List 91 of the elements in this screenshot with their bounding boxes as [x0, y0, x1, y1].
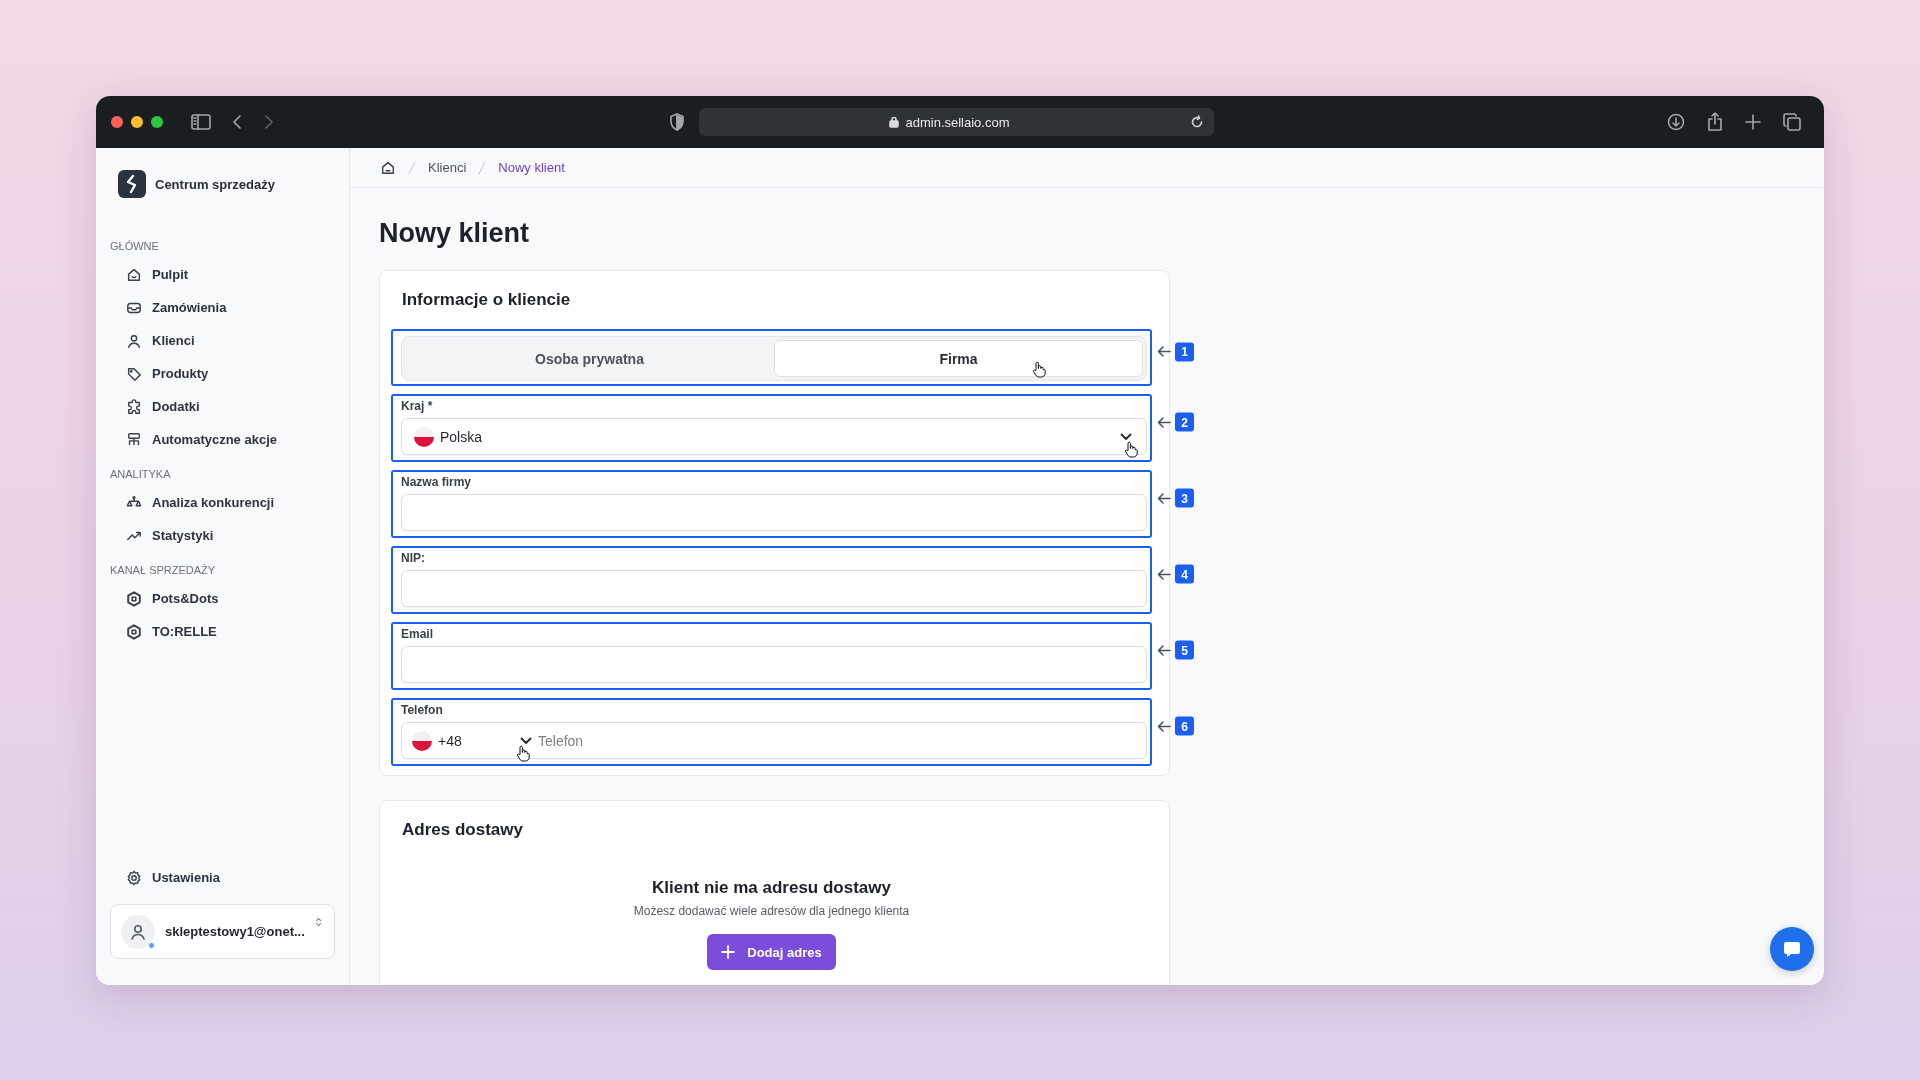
- arrow-icon: [1157, 345, 1171, 358]
- logo-icon: [118, 170, 146, 198]
- settings-link[interactable]: Ustawienia: [110, 861, 335, 894]
- shop-badge-icon: [126, 590, 142, 607]
- breadcrumb-link[interactable]: Nowy klient: [498, 160, 565, 175]
- segment-tab[interactable]: Firma: [774, 340, 1143, 377]
- home-icon[interactable]: [380, 159, 396, 176]
- nav-item[interactable]: Zamówienia: [110, 291, 335, 324]
- arrow-icon: [1157, 568, 1171, 580]
- new-tab-icon[interactable]: [1745, 114, 1761, 130]
- back-icon[interactable]: [231, 114, 243, 130]
- gear-icon: [126, 869, 142, 886]
- share-icon[interactable]: [1707, 112, 1723, 132]
- nav-item[interactable]: Automatyczne akcje: [110, 423, 335, 456]
- add-address-button[interactable]: Dodaj adres: [707, 934, 836, 970]
- field-label: Nazwa firmy: [401, 474, 473, 490]
- shield-icon[interactable]: [669, 113, 685, 131]
- user-icon: [126, 332, 142, 349]
- country-code-select[interactable]: +48: [412, 723, 532, 758]
- user-email: skleptestowy1@onet...: [165, 924, 305, 939]
- account-switcher[interactable]: skleptestowy1@onet...: [110, 904, 335, 959]
- phone-field[interactable]: +48 Telefon: [401, 722, 1147, 759]
- annotation-number: 1: [1175, 342, 1194, 361]
- annotation-number: 4: [1175, 564, 1194, 584]
- annotation-number: 3: [1175, 488, 1194, 508]
- field-label: Email: [401, 626, 434, 642]
- chat-button[interactable]: [1770, 927, 1814, 971]
- hand-cursor-icon: [1031, 361, 1046, 378]
- chevron-down-icon: [1120, 432, 1132, 441]
- slash-icon: [478, 159, 487, 176]
- field-label: Kraj *: [401, 398, 434, 414]
- annotation-number: 6: [1175, 716, 1194, 736]
- nav-item[interactable]: Pots&Dots: [110, 582, 335, 615]
- hand-cursor-icon: [1124, 441, 1138, 458]
- hand-cursor-icon: [516, 745, 530, 762]
- chat-icon: [1782, 939, 1802, 959]
- nav-item[interactable]: Analiza konkurencji: [110, 486, 335, 519]
- nav-item[interactable]: Dodatki: [110, 390, 335, 423]
- tabs-overview-icon[interactable]: [1783, 113, 1801, 131]
- tag-icon: [126, 365, 142, 382]
- nav-item[interactable]: Produkty: [110, 357, 335, 390]
- address-bar[interactable]: admin.sellaio.com: [699, 108, 1214, 136]
- status-dot: [148, 941, 155, 949]
- card-title: Informacje o kliencie: [402, 290, 572, 310]
- empty-state-title: Klient nie ma adresu dostawy: [652, 878, 891, 898]
- brand-name: Centrum sprzedaży: [155, 176, 275, 192]
- plus-icon: [721, 945, 736, 959]
- section-label: KANAŁ SPRZEDAŻY: [110, 563, 217, 578]
- nav-item[interactable]: Klienci: [110, 324, 335, 357]
- breadcrumb-link[interactable]: Klienci: [428, 160, 467, 175]
- section-label: ANALITYKA: [110, 467, 172, 482]
- country-select[interactable]: Polska: [401, 418, 1147, 455]
- annotation-number: 2: [1175, 412, 1194, 432]
- select-value: Polska: [440, 428, 484, 445]
- shop-badge-icon: [126, 623, 142, 640]
- chevron-down-icon: [520, 736, 532, 745]
- url-text: admin.sellaio.com: [905, 114, 1010, 130]
- annotation-number: 5: [1175, 640, 1194, 660]
- forward-icon[interactable]: [263, 114, 275, 130]
- download-icon[interactable]: [1667, 113, 1685, 131]
- slash-icon: [408, 159, 416, 176]
- text-field[interactable]: [401, 494, 1147, 531]
- arrow-icon: [1157, 492, 1171, 504]
- user-icon: [129, 922, 147, 941]
- text-field[interactable]: [401, 646, 1147, 683]
- field-label: NIP:: [401, 550, 426, 566]
- sidebar-toggle-icon[interactable]: [191, 114, 211, 130]
- nav-item[interactable]: Statystyki: [110, 519, 335, 552]
- section-label: GŁÓWNE: [110, 239, 160, 254]
- flag-icon: [412, 730, 432, 751]
- text-field[interactable]: [401, 570, 1147, 607]
- nav-item[interactable]: TO:RELLE: [110, 615, 335, 648]
- arrow-icon: [1157, 644, 1171, 656]
- minimize-button[interactable]: [131, 116, 143, 128]
- page-title: Nowy klient: [379, 217, 530, 250]
- segment-tab[interactable]: Osoba prywatna: [405, 340, 774, 377]
- empty-state-text: Możesz dodawać wiele adresów dla jednego klienta: [633, 904, 910, 918]
- arrow-icon: [1157, 416, 1171, 428]
- workflow-icon: [126, 431, 142, 448]
- lock-icon: [889, 116, 900, 128]
- card-title: Adres dostawy: [402, 820, 524, 840]
- arrow-icon: [1157, 720, 1171, 732]
- chevron-up-down-icon: [314, 915, 322, 929]
- field-label: Telefon: [401, 702, 444, 718]
- puzzle-icon: [126, 398, 142, 415]
- flag-icon: [414, 426, 434, 447]
- home-icon: [126, 266, 142, 283]
- nav-item[interactable]: Pulpit: [110, 258, 335, 291]
- reload-icon[interactable]: [1190, 115, 1204, 129]
- maximize-button[interactable]: [151, 116, 163, 128]
- close-button[interactable]: [111, 116, 123, 128]
